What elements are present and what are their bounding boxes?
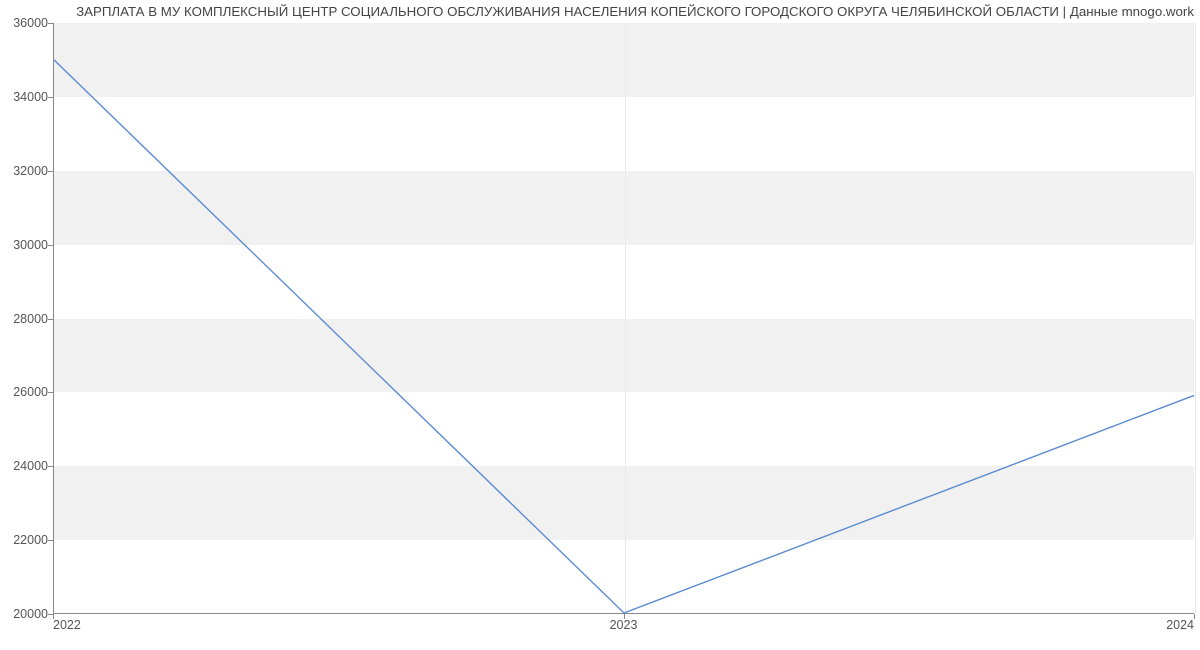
y-tick-label: 26000 (13, 385, 48, 399)
plot-area (53, 23, 1194, 614)
y-tick-label: 30000 (13, 238, 48, 252)
y-tick-label: 20000 (13, 607, 48, 621)
x-tick (624, 614, 625, 619)
y-tick (48, 23, 53, 24)
y-tick (48, 319, 53, 320)
y-tick-label: 24000 (13, 459, 48, 473)
line-chart-svg (54, 23, 1194, 613)
x-tick-label: 2023 (610, 618, 638, 632)
x-tick-label: 2024 (1166, 618, 1194, 632)
x-tick (53, 614, 54, 619)
y-tick-label: 28000 (13, 312, 48, 326)
line-series (54, 60, 1194, 613)
y-tick (48, 392, 53, 393)
y-tick-label: 34000 (13, 90, 48, 104)
y-tick (48, 466, 53, 467)
y-tick (48, 171, 53, 172)
y-tick-label: 36000 (13, 16, 48, 30)
y-tick-label: 22000 (13, 533, 48, 547)
y-tick (48, 97, 53, 98)
x-tick-label: 2022 (53, 618, 81, 632)
y-tick-label: 32000 (13, 164, 48, 178)
y-tick (48, 540, 53, 541)
v-gridline (1195, 23, 1196, 613)
chart-title: ЗАРПЛАТА В МУ КОМПЛЕКСНЫЙ ЦЕНТР СОЦИАЛЬН… (76, 4, 1194, 19)
x-tick (1194, 614, 1195, 619)
y-tick (48, 245, 53, 246)
